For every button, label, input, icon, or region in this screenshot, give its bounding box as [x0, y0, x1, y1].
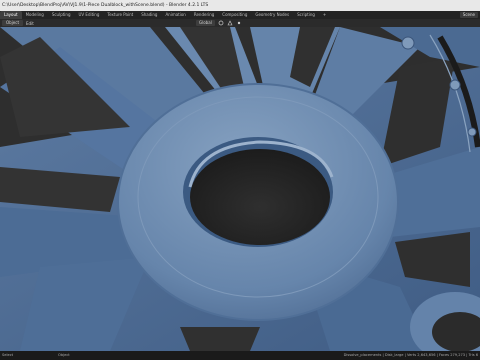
add-workspace-button[interactable]: + — [319, 11, 330, 19]
status-scene-stats: Dissolve_placements | Disk_large | Verts… — [343, 353, 478, 357]
scene-field[interactable]: Scene — [459, 12, 478, 18]
window-titlebar: C:\User\Desktop\BlendProj\AV\VJ1.9\1-Pie… — [0, 0, 480, 11]
tab-animation[interactable]: Animation — [161, 11, 189, 19]
tab-texture-paint[interactable]: Texture Paint — [103, 11, 137, 19]
pivot-icon[interactable] — [218, 20, 224, 26]
tab-geometry-nodes[interactable]: Geometry Nodes — [251, 11, 293, 19]
bolt-icon — [401, 36, 415, 50]
tab-rendering[interactable]: Rendering — [190, 11, 218, 19]
view-menu[interactable]: Edit — [26, 21, 34, 26]
3d-viewport[interactable] — [0, 27, 480, 351]
status-bar: Select Object Dissolve_placements | Disk… — [0, 351, 480, 360]
window-title: C:\User\Desktop\BlendProj\AV\VJ1.9\1-Pie… — [2, 3, 209, 8]
status-select-hint: Select — [2, 353, 14, 357]
wheel-render[interactable] — [0, 27, 480, 351]
mode-selector[interactable]: Object — [2, 20, 24, 26]
tab-scripting[interactable]: Scripting — [293, 11, 319, 19]
transform-orientation-dropdown[interactable]: Global — [196, 20, 215, 26]
transform-controls: Global — [196, 20, 242, 26]
snap-icon[interactable] — [227, 20, 233, 26]
proportional-edit-icon[interactable] — [236, 20, 242, 26]
tab-uv-editing[interactable]: UV Editing — [75, 11, 104, 19]
tab-compositing[interactable]: Compositing — [218, 11, 251, 19]
tab-layout[interactable]: Layout — [0, 11, 22, 19]
viewport-header: Object Edit Global — [0, 19, 480, 27]
tab-sculpting[interactable]: Sculpting — [48, 11, 75, 19]
workspace-tabs: Layout Modeling Sculpting UV Editing Tex… — [0, 11, 480, 19]
tab-modeling[interactable]: Modeling — [22, 11, 48, 19]
tab-shading[interactable]: Shading — [137, 11, 161, 19]
status-mode-hint: Object — [58, 353, 70, 357]
scene-selector: Scene — [459, 11, 480, 19]
